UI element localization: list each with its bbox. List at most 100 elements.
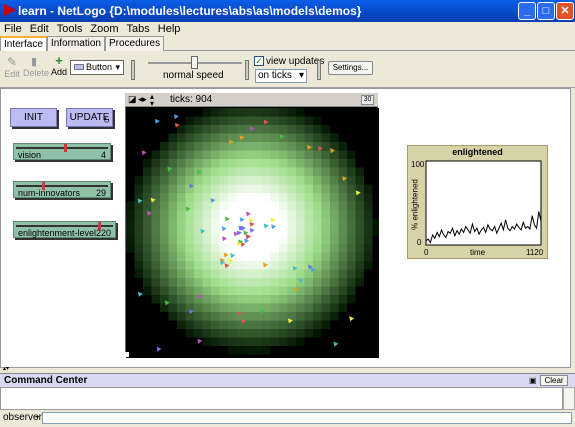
patch bbox=[185, 176, 195, 185]
patch bbox=[143, 329, 152, 338]
tab-information[interactable]: Information bbox=[46, 36, 105, 51]
patch bbox=[296, 252, 305, 262]
settings-button[interactable]: Settings... bbox=[328, 61, 373, 75]
world-view[interactable] bbox=[125, 93, 379, 358]
patch bbox=[151, 142, 161, 151]
patch bbox=[168, 303, 178, 313]
patch bbox=[279, 278, 288, 287]
menu-tabs[interactable]: Tabs bbox=[123, 22, 154, 36]
patch bbox=[134, 125, 144, 134]
patch bbox=[279, 108, 288, 117]
patch bbox=[270, 244, 280, 253]
patch bbox=[313, 320, 322, 330]
patch bbox=[372, 286, 379, 296]
patch bbox=[219, 320, 229, 330]
patch bbox=[151, 201, 161, 211]
maximize-button[interactable]: □ bbox=[537, 2, 555, 20]
patch bbox=[279, 269, 288, 279]
add-tool[interactable]: + Add bbox=[51, 54, 67, 77]
slider-knob[interactable] bbox=[64, 144, 68, 152]
patch bbox=[211, 295, 220, 304]
pan-vertical-icon[interactable]: ▴ ▾ bbox=[150, 93, 154, 108]
y-axis-label: % enlightened bbox=[410, 179, 420, 230]
patch bbox=[321, 218, 331, 228]
patch bbox=[321, 210, 331, 219]
splitter-arrows-icon[interactable]: ▴▾ bbox=[3, 365, 9, 372]
patch bbox=[372, 133, 379, 143]
close-button[interactable]: ✕ bbox=[556, 2, 574, 20]
patch bbox=[364, 176, 373, 185]
patch bbox=[279, 337, 288, 347]
patch bbox=[338, 116, 348, 126]
speed-slider-handle[interactable] bbox=[191, 56, 198, 69]
menu-tools[interactable]: Tools bbox=[53, 22, 87, 36]
patch bbox=[338, 269, 348, 279]
patch bbox=[126, 133, 135, 143]
patch bbox=[338, 346, 348, 355]
command-output[interactable] bbox=[0, 387, 563, 410]
patch bbox=[253, 167, 263, 177]
init-button[interactable]: INIT bbox=[10, 108, 57, 127]
patch bbox=[364, 269, 373, 279]
patch bbox=[126, 312, 135, 321]
patch bbox=[296, 346, 305, 355]
patch bbox=[151, 159, 161, 168]
patch bbox=[364, 261, 373, 270]
patch bbox=[296, 303, 305, 313]
tab-interface[interactable]: Interface bbox=[0, 36, 47, 51]
menu-zoom[interactable]: Zoom bbox=[86, 22, 122, 36]
pan-horizontal-icon[interactable]: ◂▸ bbox=[138, 94, 147, 105]
patch bbox=[126, 303, 135, 313]
splitter[interactable]: ▴▾ bbox=[0, 365, 575, 373]
patch bbox=[177, 193, 186, 202]
widget-type-select[interactable]: Button ▾ bbox=[70, 60, 124, 75]
patch bbox=[296, 337, 305, 347]
view-speed-box[interactable]: 30 bbox=[361, 95, 374, 105]
window-toggle-icon[interactable]: ▣ bbox=[529, 376, 537, 385]
patch bbox=[321, 227, 331, 236]
edit-tool[interactable]: ✎ Edit bbox=[4, 55, 20, 79]
patch bbox=[202, 303, 212, 313]
clear-button[interactable]: Clear bbox=[540, 375, 568, 386]
patch bbox=[151, 303, 161, 313]
minimize-button[interactable]: _ bbox=[518, 2, 536, 20]
menu-help[interactable]: Help bbox=[154, 22, 185, 36]
patch bbox=[126, 125, 135, 134]
view-resize-icon[interactable]: ◪ bbox=[128, 94, 137, 105]
delete-tool[interactable]: ▮ Delete bbox=[23, 55, 49, 78]
patch bbox=[168, 150, 178, 160]
update-mode-select[interactable]: on ticks ▾ bbox=[255, 69, 307, 83]
patch bbox=[236, 193, 246, 202]
slider-name: enlightenment-level bbox=[18, 228, 97, 238]
patch bbox=[355, 278, 365, 287]
patch bbox=[321, 235, 331, 245]
patch bbox=[236, 150, 246, 160]
patch bbox=[279, 295, 288, 304]
patch bbox=[185, 227, 195, 236]
update-button[interactable]: UPDATE ↻ bbox=[66, 108, 113, 127]
chevron-down-icon[interactable]: ▾ bbox=[36, 414, 39, 421]
vision-slider[interactable]: vision 4 bbox=[13, 143, 111, 160]
patch bbox=[364, 108, 373, 117]
patch bbox=[202, 210, 212, 219]
patch bbox=[126, 286, 135, 296]
patch bbox=[211, 210, 220, 219]
num-innovators-slider[interactable]: num-innovators 29 bbox=[13, 181, 111, 198]
command-input[interactable] bbox=[42, 412, 572, 424]
patch bbox=[287, 176, 297, 185]
view-updates-checkbox[interactable]: ✓ bbox=[254, 56, 264, 66]
patch bbox=[202, 218, 212, 228]
patch bbox=[194, 346, 203, 355]
patch bbox=[347, 108, 356, 117]
patch bbox=[211, 201, 220, 211]
patch bbox=[194, 244, 203, 253]
patch bbox=[211, 184, 220, 194]
enlightened-plot[interactable]: enlightened 100 0 0 1120 time % enlighte… bbox=[407, 145, 548, 259]
slider-value: 4 bbox=[100, 150, 106, 160]
enlightenment-level-slider[interactable]: enlightenment-level 220 bbox=[13, 221, 116, 238]
patch bbox=[134, 142, 144, 151]
tab-procedures[interactable]: Procedures bbox=[104, 36, 165, 51]
menu-edit[interactable]: Edit bbox=[26, 22, 53, 36]
menu-file[interactable]: File bbox=[0, 22, 26, 36]
output-scrollbar[interactable] bbox=[563, 387, 575, 410]
